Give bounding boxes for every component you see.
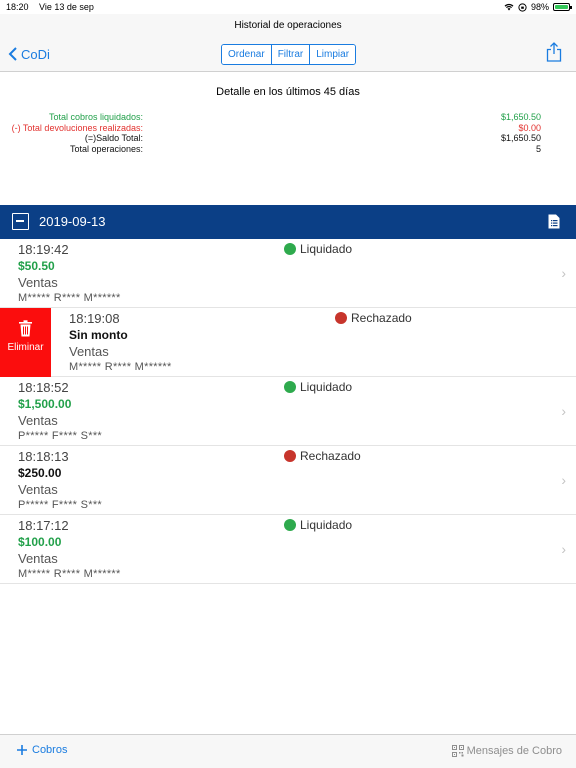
charge-messages-button[interactable]: Mensajes de Cobro bbox=[451, 745, 562, 757]
date-section-header: 2019-09-13 bbox=[0, 205, 576, 239]
summary-row-liquidated: Total cobros liquidados: $1,650.50 bbox=[0, 112, 576, 123]
operation-concept: Ventas bbox=[18, 413, 58, 428]
summary-title: Detalle en los últimos 45 días bbox=[216, 86, 360, 98]
chevron-right-icon: › bbox=[561, 265, 566, 281]
status-badge: Liquidado bbox=[284, 380, 352, 394]
summary-value: $1,650.50 bbox=[500, 112, 541, 122]
summary-row-balance: (=)Saldo Total: $1,650.50 bbox=[0, 133, 576, 144]
summary-label: Total operaciones: bbox=[69, 144, 143, 154]
summary-value: 5 bbox=[535, 144, 541, 154]
qr-code-icon bbox=[451, 745, 464, 757]
add-charge-label: Cobros bbox=[32, 744, 68, 756]
status-label: Rechazado bbox=[300, 449, 361, 463]
operation-concept: Ventas bbox=[18, 482, 58, 497]
chevron-right-icon: › bbox=[561, 541, 566, 557]
operation-row[interactable]: 18:17:12 $100.00 Ventas M***** R**** M**… bbox=[0, 515, 576, 584]
status-badge: Rechazado bbox=[335, 311, 412, 325]
operation-time: 18:18:13 bbox=[18, 449, 69, 464]
operation-row[interactable]: 18:18:13 $250.00 Ventas P***** F**** S**… bbox=[0, 446, 576, 515]
operation-client: M***** R**** M****** bbox=[69, 361, 172, 373]
operation-amount: $100.00 bbox=[18, 535, 62, 549]
clear-button[interactable]: Limpiar bbox=[310, 45, 356, 64]
status-label: Liquidado bbox=[300, 380, 353, 394]
operation-row[interactable]: Eliminar 18:19:08 Sin monto Ventas M****… bbox=[0, 308, 576, 377]
operation-row[interactable]: 18:18:52 $1,500.00 Ventas P***** F**** S… bbox=[0, 377, 576, 446]
operation-client: M***** R**** M****** bbox=[18, 568, 121, 580]
operation-content: 18:17:12 $100.00 Ventas M***** R**** M**… bbox=[0, 515, 576, 583]
summary-label: (-) Total devoluciones realizadas: bbox=[11, 123, 143, 133]
document-icon[interactable] bbox=[548, 214, 560, 229]
battery-icon bbox=[553, 3, 572, 11]
operation-concept: Ventas bbox=[69, 344, 109, 359]
summary-value: $1,650.50 bbox=[500, 133, 541, 143]
summary-value: $0.00 bbox=[518, 123, 541, 133]
bottom-toolbar: Cobros Mensajes de Cobro bbox=[0, 734, 576, 768]
summary-row-count: Total operaciones: 5 bbox=[0, 144, 576, 155]
operation-amount: Sin monto bbox=[69, 328, 128, 342]
operation-time: 18:19:42 bbox=[18, 242, 69, 257]
operation-time: 18:18:52 bbox=[18, 380, 69, 395]
status-badge: Liquidado bbox=[284, 518, 352, 532]
operation-content: 18:19:08 Sin monto Ventas M***** R**** M… bbox=[0, 308, 576, 376]
navigation-bar: Historial de operaciones CoDi Ordenar Fi… bbox=[0, 14, 576, 72]
operation-content: 18:19:42 $50.50 Ventas M***** R**** M***… bbox=[0, 239, 576, 307]
status-time: 18:20 bbox=[6, 2, 29, 12]
add-charge-button[interactable]: Cobros bbox=[16, 744, 67, 756]
status-date: Vie 13 de sep bbox=[39, 2, 94, 12]
status-bar: 18:20 Vie 13 de sep 98% bbox=[0, 0, 576, 14]
operation-amount: $250.00 bbox=[18, 466, 62, 480]
status-left: 18:20 Vie 13 de sep bbox=[6, 2, 102, 12]
status-right: 98% bbox=[504, 2, 572, 12]
operation-content: 18:18:52 $1,500.00 Ventas P***** F**** S… bbox=[0, 377, 576, 445]
plus-icon bbox=[17, 745, 27, 755]
charge-messages-label: Mensajes de Cobro bbox=[466, 745, 562, 757]
operation-amount: $50.50 bbox=[18, 259, 55, 273]
status-badge: Liquidado bbox=[284, 242, 352, 256]
status-badge: Rechazado bbox=[284, 449, 361, 463]
status-label: Rechazado bbox=[351, 311, 412, 325]
operation-time: 18:19:08 bbox=[69, 311, 120, 326]
status-dot-icon bbox=[284, 450, 296, 462]
summary-panel: Detalle en los últimos 45 días Total cob… bbox=[0, 72, 576, 205]
status-dot-icon bbox=[284, 243, 296, 255]
chevron-right-icon: › bbox=[561, 472, 566, 488]
chevron-left-icon bbox=[8, 47, 17, 61]
minus-square-icon[interactable] bbox=[12, 213, 29, 230]
status-dot-icon bbox=[284, 381, 296, 393]
status-label: Liquidado bbox=[300, 242, 353, 256]
section-date: 2019-09-13 bbox=[39, 214, 106, 229]
operation-amount: $1,500.00 bbox=[18, 397, 72, 411]
sort-button[interactable]: Ordenar bbox=[222, 45, 272, 64]
chevron-right-icon: › bbox=[561, 403, 566, 419]
back-label: CoDi bbox=[21, 46, 50, 62]
share-icon[interactable] bbox=[546, 42, 562, 62]
operation-time: 18:17:12 bbox=[18, 518, 69, 533]
operation-concept: Ventas bbox=[18, 275, 58, 290]
operations-list: 18:19:42 $50.50 Ventas M***** R**** M***… bbox=[0, 239, 576, 584]
segmented-control: Ordenar Filtrar Limpiar bbox=[221, 44, 357, 65]
back-button[interactable]: CoDi bbox=[8, 46, 50, 62]
filter-button[interactable]: Filtrar bbox=[271, 45, 311, 64]
battery-percent: 98% bbox=[530, 2, 549, 12]
operation-client: M***** R**** M****** bbox=[18, 292, 121, 304]
operation-content: 18:18:13 $250.00 Ventas P***** F**** S**… bbox=[0, 446, 576, 514]
status-dot-icon bbox=[284, 519, 296, 531]
page-title: Historial de operaciones bbox=[234, 20, 342, 31]
operation-client: P***** F**** S*** bbox=[18, 499, 102, 511]
status-dot-icon bbox=[335, 312, 347, 324]
orientation-lock-icon bbox=[518, 2, 527, 12]
summary-label: Total cobros liquidados: bbox=[48, 112, 143, 122]
status-label: Liquidado bbox=[300, 518, 353, 532]
operation-concept: Ventas bbox=[18, 551, 58, 566]
operation-client: P***** F**** S*** bbox=[18, 430, 102, 442]
summary-label: (=)Saldo Total: bbox=[84, 133, 143, 143]
wifi-icon bbox=[504, 3, 514, 11]
operation-row[interactable]: 18:19:42 $50.50 Ventas M***** R**** M***… bbox=[0, 239, 576, 308]
